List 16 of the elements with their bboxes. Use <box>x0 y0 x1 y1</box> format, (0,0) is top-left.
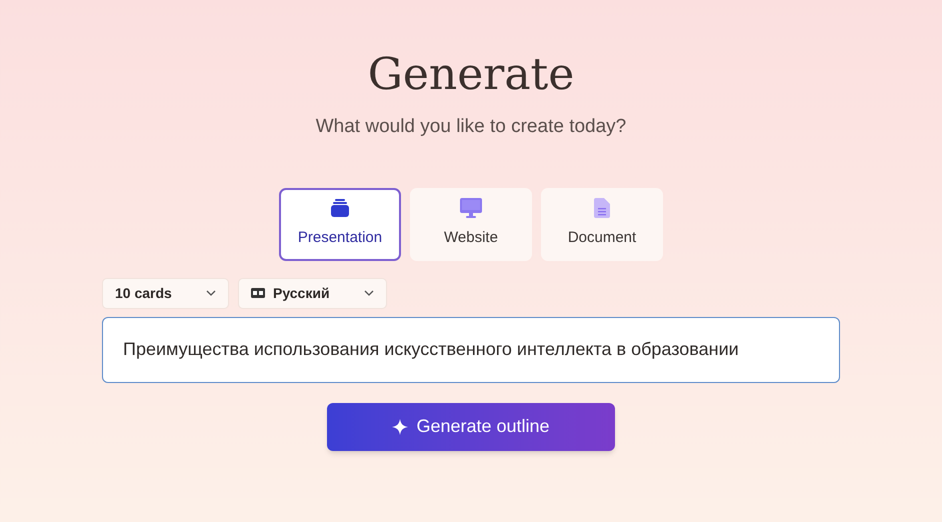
language-dropdown[interactable]: Русский <box>238 278 387 308</box>
stack-icon <box>330 198 350 218</box>
sparkle-icon <box>392 418 408 434</box>
subtitle: What would you like to create today? <box>316 115 626 139</box>
generate-outline-button[interactable]: Generate outline <box>327 402 615 450</box>
chevron-down-icon <box>206 290 216 296</box>
document-icon <box>594 198 610 218</box>
format-tab[interactable]: Presentation <box>279 188 401 260</box>
format-tab[interactable]: Website <box>410 188 532 260</box>
monitor-icon <box>460 198 482 218</box>
language-icon <box>251 288 265 298</box>
format-tab[interactable]: Document <box>541 188 663 260</box>
chevron-down-icon <box>364 290 374 296</box>
card-count-dropdown[interactable]: 10 cards <box>102 278 229 308</box>
page-title: Generate <box>368 48 574 102</box>
prompt-field[interactable]: Преимущества использования искусственного интеллекта в образовании <box>102 316 840 382</box>
